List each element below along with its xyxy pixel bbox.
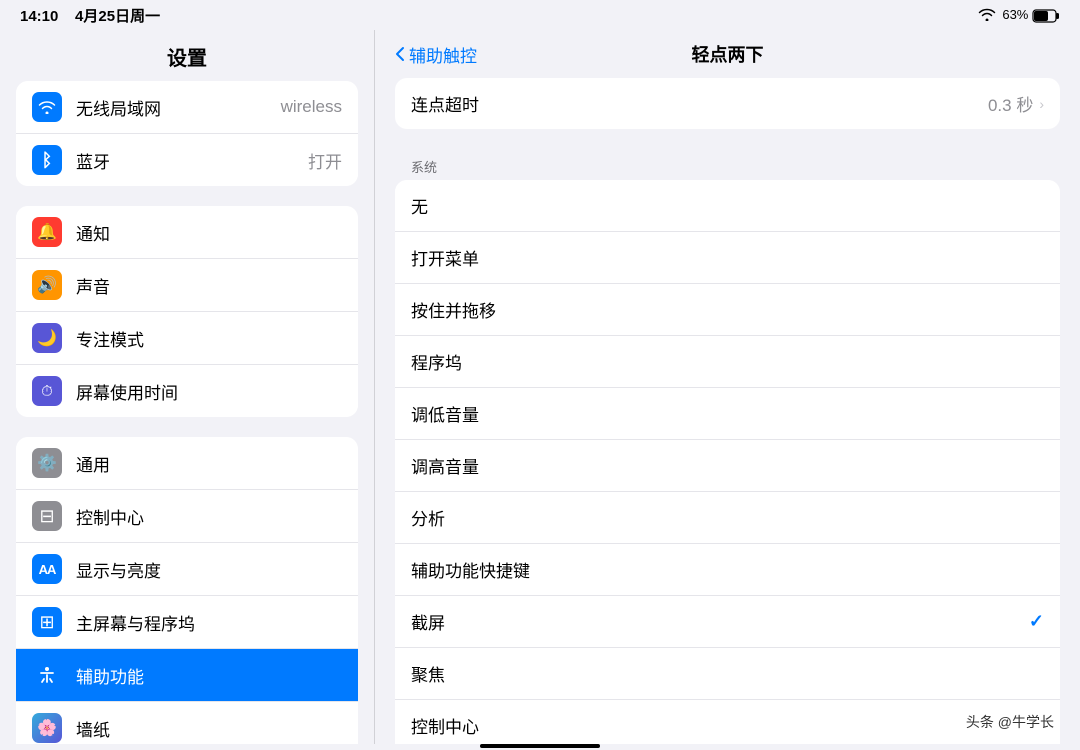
sidebar-item-bluetooth[interactable]: ᛒ 蓝牙 打开 [16, 134, 358, 186]
sidebar-item-accessibility-label: 辅助功能 [76, 663, 342, 688]
notifications-icon: 🔔 [32, 217, 62, 247]
sidebar-section-system: ⚙️ 通用 ⊟ 控制中心 AA 显示与亮度 ⊞ 主屏幕与程序坞 [16, 437, 358, 744]
sidebar-item-bluetooth-value: 打开 [308, 148, 342, 173]
row-vol-down-label: 调低音量 [411, 401, 1044, 426]
row-hold-drag-label: 按住并拖移 [411, 297, 1044, 322]
row-accessibility-shortcut-label: 辅助功能快捷键 [411, 557, 1044, 582]
wifi-settings-icon [32, 92, 62, 122]
wifi-icon [978, 7, 996, 24]
sidebar-item-display-label: 显示与亮度 [76, 557, 342, 582]
row-focus2-label: 聚焦 [411, 661, 1044, 686]
system-section: 无 打开菜单 按住并拖移 程序坞 调低音量 调高音量 分析 [395, 180, 1060, 744]
row-screenshot[interactable]: 截屏 ✓ [395, 596, 1060, 648]
sidebar-item-wifi[interactable]: 无线局域网 wireless [16, 81, 358, 134]
accessibility-icon [32, 660, 62, 690]
row-control-center-label: 控制中心 [411, 713, 1044, 738]
sounds-icon: 🔊 [32, 270, 62, 300]
sidebar-item-general[interactable]: ⚙️ 通用 [16, 437, 358, 490]
sidebar-section-network: 无线局域网 wireless ᛒ 蓝牙 打开 [16, 81, 358, 186]
row-vol-up-label: 调高音量 [411, 453, 1044, 478]
sidebar-item-controlcenter[interactable]: ⊟ 控制中心 [16, 490, 358, 543]
sidebar-item-wallpaper[interactable]: 🌸 墙纸 [16, 702, 358, 744]
sidebar-item-wifi-label: 无线局域网 [76, 95, 273, 120]
row-hold-drag[interactable]: 按住并拖移 [395, 284, 1060, 336]
sidebar-title: 设置 [0, 30, 374, 81]
nav-title: 轻点两下 [692, 41, 764, 67]
row-none[interactable]: 无 [395, 180, 1060, 232]
row-dock-label: 程序坞 [411, 349, 1044, 374]
right-panel: 辅助触控 轻点两下 连点超时 0.3 秒 › 系统 无 [375, 30, 1080, 744]
row-none-label: 无 [411, 193, 1044, 218]
timeout-value: 0.3 秒 [988, 91, 1033, 116]
sidebar-section-personalization: 🔔 通知 🔊 声音 🌙 专注模式 ⏱ 屏幕使用时间 [16, 206, 358, 417]
sidebar-item-homescreen-label: 主屏幕与程序坞 [76, 610, 342, 635]
row-focus2[interactable]: 聚焦 [395, 648, 1060, 700]
sidebar-item-screentime-label: 屏幕使用时间 [76, 379, 342, 404]
general-icon: ⚙️ [32, 448, 62, 478]
display-icon: AA [32, 554, 62, 584]
sidebar-item-display[interactable]: AA 显示与亮度 [16, 543, 358, 596]
row-accessibility-shortcut[interactable]: 辅助功能快捷键 [395, 544, 1060, 596]
row-open-menu-label: 打开菜单 [411, 245, 1044, 270]
sidebar-item-general-label: 通用 [76, 451, 342, 476]
row-screenshot-label: 截屏 [411, 609, 1029, 634]
sidebar-item-focus-label: 专注模式 [76, 326, 342, 351]
row-analytics[interactable]: 分析 [395, 492, 1060, 544]
homescreen-icon: ⊞ [32, 607, 62, 637]
content-area: 连点超时 0.3 秒 › 系统 无 打开菜单 按住并拖移 程序 [375, 78, 1080, 744]
sidebar-item-sounds[interactable]: 🔊 声音 [16, 259, 358, 312]
sidebar-item-bluetooth-label: 蓝牙 [76, 148, 300, 173]
focus-icon: 🌙 [32, 323, 62, 353]
battery-icon: 63% [1002, 7, 1060, 23]
controlcenter-icon: ⊟ [32, 501, 62, 531]
watermark: 头条 @牛学长 [960, 710, 1060, 734]
sidebar-item-screentime[interactable]: ⏱ 屏幕使用时间 [16, 365, 358, 417]
home-indicator [480, 744, 600, 748]
nav-bar: 辅助触控 轻点两下 [375, 30, 1080, 78]
row-analytics-label: 分析 [411, 505, 1044, 530]
timeout-chevron: › [1039, 96, 1044, 112]
sidebar-item-wifi-value: wireless [281, 97, 342, 117]
timeout-row[interactable]: 连点超时 0.3 秒 › [395, 78, 1060, 129]
sidebar-item-sounds-label: 声音 [76, 273, 342, 298]
screentime-icon: ⏱ [32, 376, 62, 406]
row-screenshot-check: ✓ [1029, 611, 1044, 632]
nav-back-label: 辅助触控 [409, 42, 477, 67]
bottom-bar [0, 744, 1080, 750]
sidebar-item-focus[interactable]: 🌙 专注模式 [16, 312, 358, 365]
sidebar-item-notifications[interactable]: 🔔 通知 [16, 206, 358, 259]
sidebar-item-wallpaper-label: 墙纸 [76, 716, 342, 741]
sidebar-item-homescreen[interactable]: ⊞ 主屏幕与程序坞 [16, 596, 358, 649]
row-vol-down[interactable]: 调低音量 [395, 388, 1060, 440]
status-bar: 14:10 4月25日周一 63% [0, 0, 1080, 30]
row-open-menu[interactable]: 打开菜单 [395, 232, 1060, 284]
sidebar-item-accessibility[interactable]: 辅助功能 [16, 649, 358, 702]
row-vol-up[interactable]: 调高音量 [395, 440, 1060, 492]
sidebar-item-controlcenter-label: 控制中心 [76, 504, 342, 529]
system-section-label: 系统 [395, 149, 1060, 180]
bluetooth-icon: ᛒ [32, 145, 62, 175]
timeout-label: 连点超时 [411, 91, 988, 116]
status-time: 14:10 4月25日周一 [20, 5, 160, 26]
sidebar: 设置 无线局域网 wireless ᛒ 蓝牙 打开 [0, 30, 375, 744]
timeout-section: 连点超时 0.3 秒 › [395, 78, 1060, 129]
nav-back-button[interactable]: 辅助触控 [395, 42, 477, 67]
sidebar-item-notifications-label: 通知 [76, 220, 342, 245]
main-container: 设置 无线局域网 wireless ᛒ 蓝牙 打开 [0, 30, 1080, 744]
row-dock[interactable]: 程序坞 [395, 336, 1060, 388]
status-indicators: 63% [978, 7, 1060, 24]
wallpaper-icon: 🌸 [32, 713, 62, 743]
